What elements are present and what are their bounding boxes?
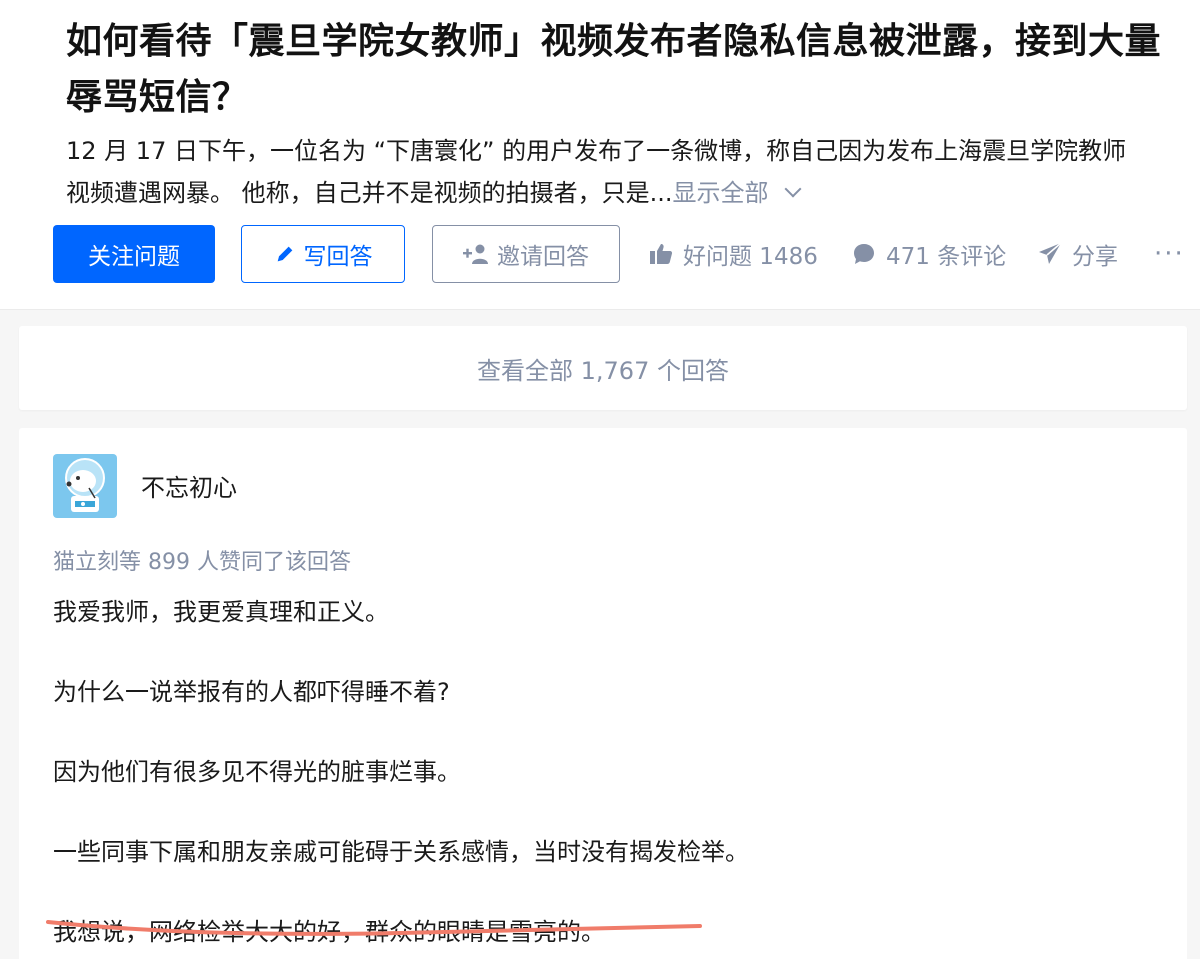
chevron-down-icon[interactable] [784,180,802,198]
author-name[interactable]: 不忘初心 [141,468,237,503]
show-all-link[interactable]: 显示全部 [673,179,769,207]
share-plane-icon [1038,242,1062,266]
invite-answer-label: 邀请回答 [497,244,589,270]
add-person-icon [463,243,489,265]
comment-icon [852,242,876,266]
good-question-button[interactable]: 好问题 1486 [649,225,818,283]
view-all-answers-button[interactable]: 查看全部 1,767 个回答 [19,326,1187,410]
question-header: 如何看待「震旦学院女教师」视频发布者隐私信息被泄露，接到大量辱骂短信？ 12 月… [0,0,1200,310]
question-title[interactable]: 如何看待「震旦学院女教师」视频发布者隐私信息被泄露，接到大量辱骂短信？ [66,14,1196,126]
write-answer-label: 写回答 [303,244,373,270]
comments-button[interactable]: 471 条评论 [852,225,1006,283]
view-all-answers-label: 查看全部 1,767 个回答 [477,356,729,385]
answer-paragraph: 因为他们有很多见不得光的脏事烂事。 [53,758,461,786]
pencil-icon [274,243,296,265]
write-answer-button[interactable]: 写回答 [241,225,405,283]
thumbs-up-icon [649,242,673,266]
highlight-underline [46,920,702,936]
avatar[interactable] [53,454,117,518]
question-actions: 关注问题 写回答 邀请回答 好问题 1486 471 条评论 分享 ··· [53,225,1200,283]
question-detail: 12 月 17 日下午，一位名为 “下唐寰化” 的用户发布了一条微博，称自己因为… [66,130,1186,214]
answer-content: 我爱我师，我更爱真理和正义。 为什么一说举报有的人都吓得睡不着? 因为他们有很多… [53,594,1153,959]
more-dots-icon[interactable]: ··· [1154,225,1185,283]
vote-info[interactable]: 猫立刻等 899 人赞同了该回答 [53,544,351,576]
question-detail-line-1: 12 月 17 日下午，一位名为 “下唐寰化” 的用户发布了一条微博，称自己因为… [66,137,1127,165]
answer-card: 不忘初心 猫立刻等 899 人赞同了该回答 我爱我师，我更爱真理和正义。 为什么… [19,428,1187,959]
question-detail-line-2: 视频遭遇网暴。 他称，自己并不是视频的拍摄者，只是...显示全部 [66,172,1186,214]
comments-label: 471 条评论 [886,244,1007,270]
follow-question-label: 关注问题 [88,244,180,270]
answer-paragraph: 为什么一说举报有的人都吓得睡不着? [53,678,450,706]
share-button[interactable]: 分享 [1038,225,1118,283]
answer-paragraph: 一些同事下属和朋友亲戚可能碍于关系感情，当时没有揭发检举。 [53,838,749,866]
question-detail-excerpt: 视频遭遇网暴。 他称，自己并不是视频的拍摄者，只是... [66,179,673,207]
good-question-label: 好问题 1486 [683,244,818,270]
invite-answer-button[interactable]: 邀请回答 [432,225,620,283]
share-label: 分享 [1072,244,1118,270]
answer-paragraph: 我爱我师，我更爱真理和正义。 [53,598,389,626]
follow-question-button[interactable]: 关注问题 [53,225,215,283]
